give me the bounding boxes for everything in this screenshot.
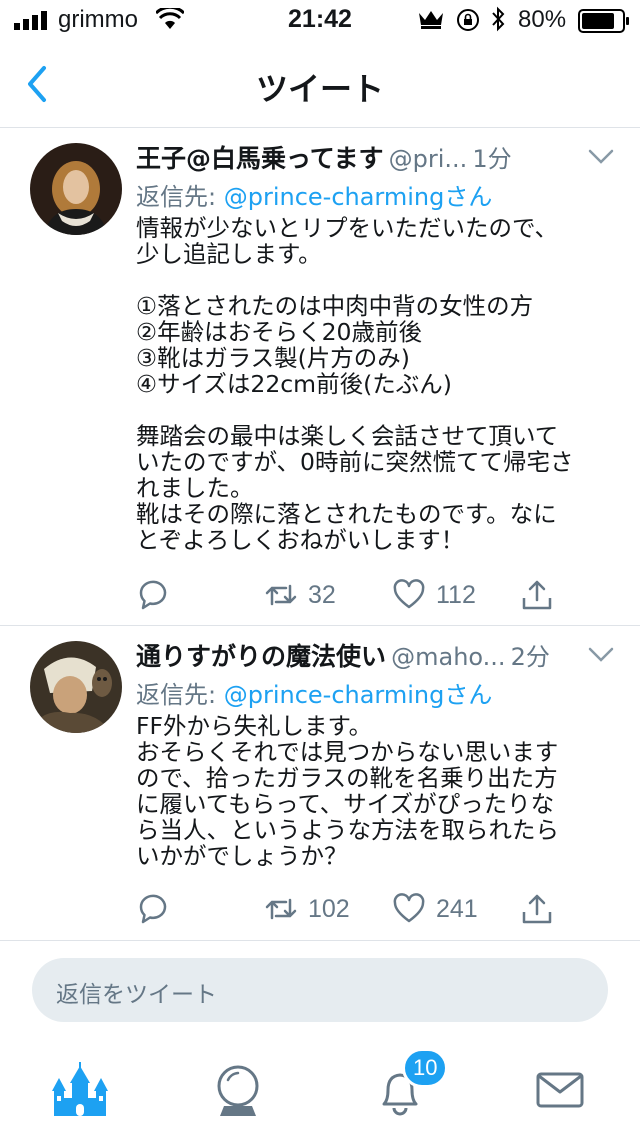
envelope-messages-icon (536, 1072, 584, 1108)
like-button[interactable]: 112 (392, 575, 476, 615)
battery-percentage: 80% (518, 6, 567, 33)
tweet-time: 2分 (510, 643, 550, 671)
reply-placeholder: 返信をツイート (56, 982, 217, 1008)
tweet-item[interactable]: 通りすがりの魔法使い @maho... 2分 返信先: @prince-char… (0, 627, 640, 941)
page-title: ツイート (255, 70, 384, 108)
user-handle[interactable]: @pri... (389, 145, 468, 173)
reply-button[interactable] (136, 575, 170, 615)
bluetooth-icon (492, 6, 505, 32)
tweet-time: 1分 (472, 145, 512, 173)
reply-icon (139, 894, 167, 924)
share-icon (522, 894, 552, 924)
tweet-actions: 32 112 (136, 575, 616, 615)
navigation-bar: ツイート (0, 40, 640, 128)
prince-portrait-image (30, 143, 122, 235)
display-name[interactable]: 通りすがりの魔法使い (136, 642, 386, 671)
retweet-icon (265, 584, 297, 606)
like-button[interactable]: 241 (392, 889, 478, 929)
retweet-icon (265, 898, 297, 920)
castle-home-icon (52, 1062, 108, 1116)
like-count: 112 (436, 580, 476, 609)
avatar[interactable] (30, 641, 122, 733)
reply-button[interactable] (136, 889, 170, 929)
retweet-count: 32 (308, 580, 336, 609)
reply-composer-input[interactable]: 返信をツイート (32, 958, 608, 1022)
witch-portrait-image (30, 641, 122, 733)
like-count: 241 (436, 894, 478, 923)
retweet-button[interactable]: 32 (264, 575, 336, 615)
user-handle[interactable]: @maho... (391, 643, 505, 671)
chevron-down-icon[interactable] (588, 149, 614, 165)
tweet-header: 王子@白馬乗ってます @pri... 1分 (136, 139, 576, 173)
chevron-down-icon[interactable] (588, 647, 614, 663)
avatar[interactable] (30, 143, 122, 235)
tab-bar (0, 1040, 640, 1136)
share-button[interactable] (520, 889, 554, 929)
retweet-button[interactable]: 102 (264, 889, 350, 929)
rotation-lock-icon (457, 9, 479, 31)
share-icon (522, 580, 552, 610)
status-bar: grimmo 21:42 80% (0, 0, 640, 40)
tweet-text: 情報が少ないとリプをいただいたので、 少し追記します。 ①落とされたのは中肉中背… (136, 214, 574, 554)
reply-to-link[interactable]: @prince-charmingさん (224, 681, 493, 709)
reply-prefix: 返信先: (136, 681, 224, 709)
share-button[interactable] (520, 575, 554, 615)
reply-icon (139, 580, 167, 610)
reply-context: 返信先: @prince-charmingさん (136, 675, 492, 710)
tab-home[interactable] (50, 1060, 110, 1120)
display-name[interactable]: 王子@白馬乗ってます (136, 144, 384, 173)
reply-to-link[interactable]: @prince-charmingさん (224, 183, 493, 211)
tab-search[interactable] (208, 1060, 268, 1120)
heart-icon (393, 893, 425, 923)
reply-context: 返信先: @prince-charmingさん (136, 177, 492, 212)
crown-icon (419, 11, 443, 29)
reply-prefix: 返信先: (136, 183, 224, 211)
retweet-count: 102 (308, 894, 350, 923)
battery-icon (578, 9, 629, 33)
tweet-text: FF外から失礼します。 おそらくそれでは見つからない思いますので、拾ったガラスの… (136, 712, 559, 870)
notification-badge: 10 (402, 1048, 449, 1088)
tab-messages[interactable] (530, 1060, 590, 1120)
crystal-ball-search-icon (217, 1065, 259, 1116)
tweet-item[interactable]: 王子@白馬乗ってます @pri... 1分 返信先: @prince-charm… (0, 129, 640, 626)
tweet-header: 通りすがりの魔法使い @maho... 2分 (136, 637, 576, 671)
heart-icon (393, 579, 425, 609)
tweet-actions: 102 241 (136, 889, 616, 929)
